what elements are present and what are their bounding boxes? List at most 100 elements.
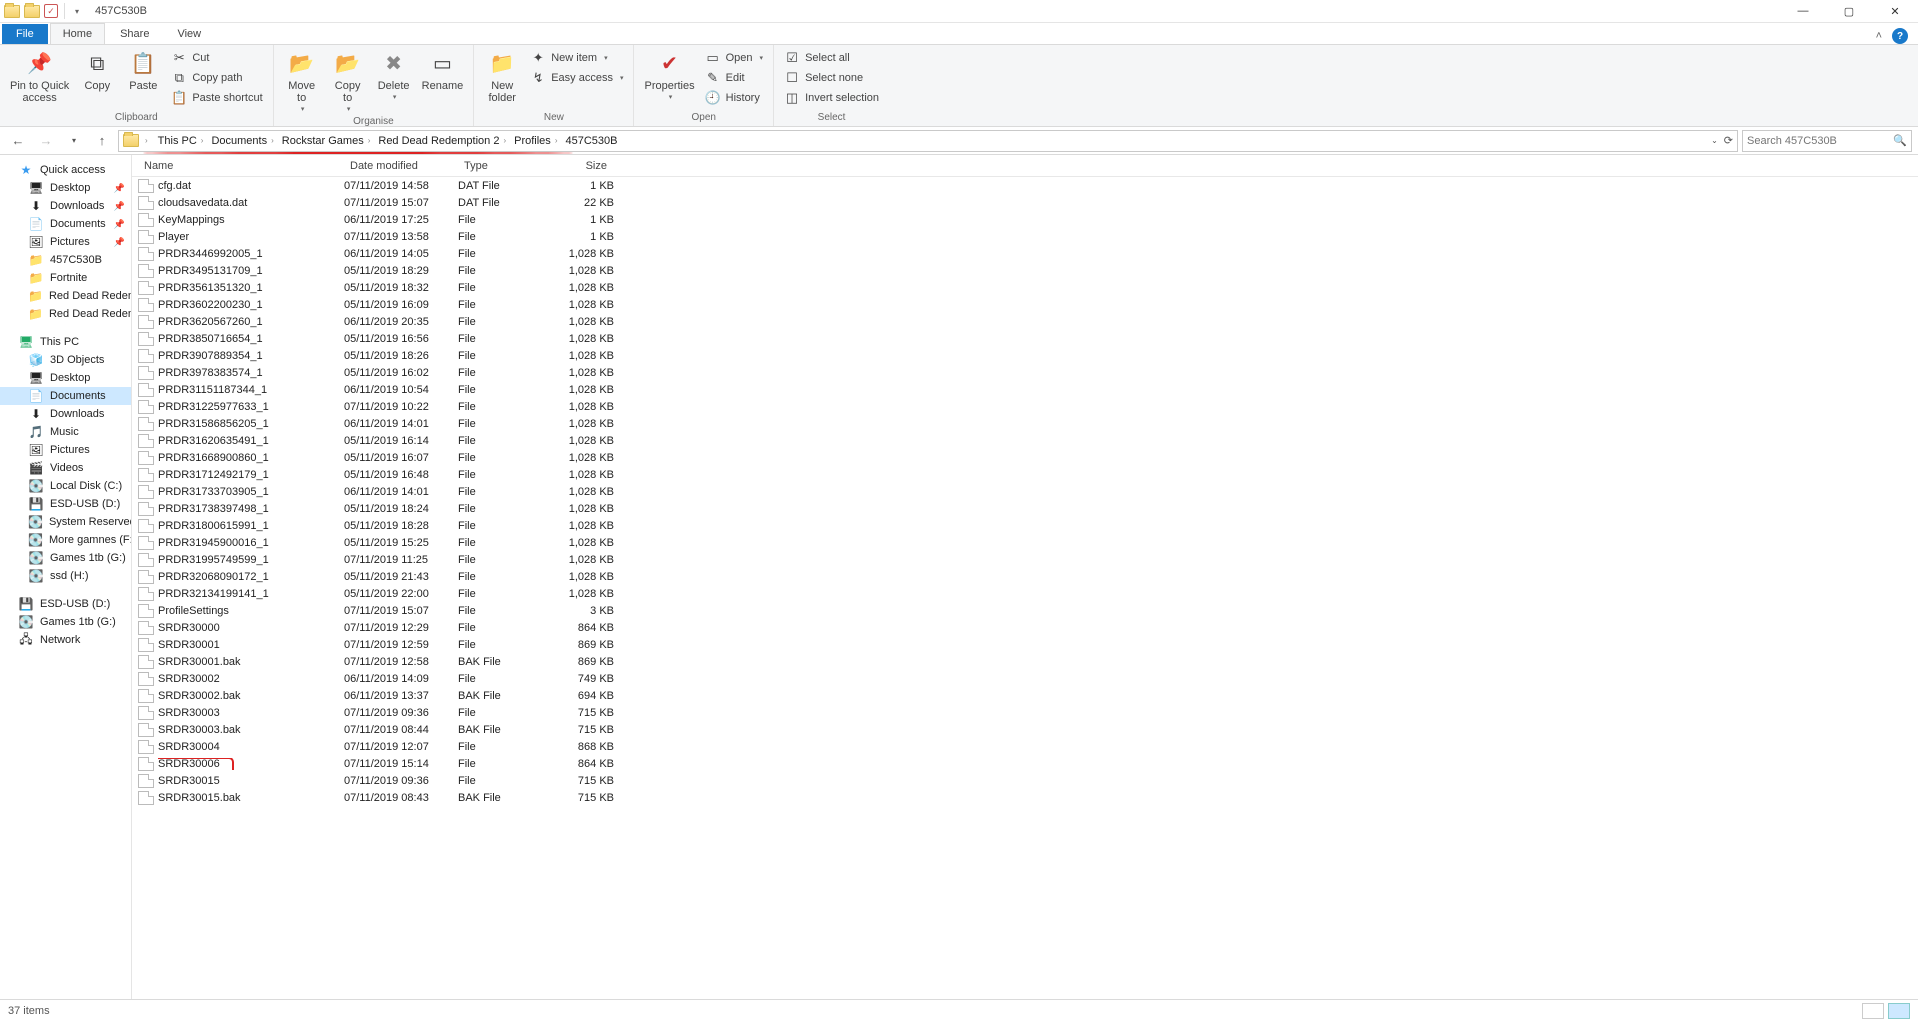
- breadcrumb-segment[interactable]: Documents›: [207, 135, 277, 147]
- new-folder-button[interactable]: 📁New folder: [480, 47, 524, 110]
- tree-item[interactable]: 💽System Reserved (E:: [0, 513, 131, 531]
- file-row[interactable]: PRDR3561351320_105/11/2019 18:32File1,02…: [132, 279, 1918, 296]
- tab-home[interactable]: Home: [50, 23, 105, 44]
- breadcrumb-segment[interactable]: Profiles›: [510, 135, 561, 147]
- file-row[interactable]: SRDR3000107/11/2019 12:59File869 KB: [132, 636, 1918, 653]
- tree-item[interactable]: 💽More gamnes (F:): [0, 531, 131, 549]
- tree-item[interactable]: ⬇Downloads📌: [0, 197, 131, 215]
- file-row[interactable]: PRDR31620635491_105/11/2019 16:14File1,0…: [132, 432, 1918, 449]
- pin-quick-access-button[interactable]: 📌 Pin to Quick access: [6, 47, 73, 110]
- tree-item[interactable]: 📁Fortnite: [0, 269, 131, 287]
- tree-item[interactable]: 💽Games 1tb (G:): [0, 613, 131, 631]
- file-row[interactable]: PRDR31712492179_105/11/2019 16:48File1,0…: [132, 466, 1918, 483]
- copy-button[interactable]: ⧉ Copy: [75, 47, 119, 110]
- tree-item[interactable]: 💽Games 1tb (G:): [0, 549, 131, 567]
- file-row[interactable]: SRDR3001507/11/2019 09:36File715 KB: [132, 772, 1918, 789]
- tree-item[interactable]: 📁457C530B: [0, 251, 131, 269]
- recent-locations-chevron-icon[interactable]: ▾: [62, 129, 86, 153]
- ribbon-collapse-chevron-icon[interactable]: ˄: [1876, 30, 1882, 42]
- column-type[interactable]: Type: [458, 160, 554, 172]
- tree-item[interactable]: 💽ssd (H:): [0, 567, 131, 585]
- search-icon[interactable]: 🔍: [1893, 134, 1907, 147]
- file-row[interactable]: cfg.dat07/11/2019 14:58DAT File1 KB: [132, 177, 1918, 194]
- search-box[interactable]: 🔍: [1742, 130, 1912, 152]
- tree-item[interactable]: 📁Red Dead Redempti: [0, 287, 131, 305]
- cut-button[interactable]: ✂Cut: [167, 49, 266, 67]
- file-rows[interactable]: cfg.dat07/11/2019 14:58DAT File1 KBcloud…: [132, 177, 1918, 806]
- tab-share[interactable]: Share: [107, 23, 162, 44]
- file-row[interactable]: PRDR3907889354_105/11/2019 18:26File1,02…: [132, 347, 1918, 364]
- paste-button[interactable]: 📋 Paste: [121, 47, 165, 110]
- qat-customize-chevron-icon[interactable]: ▾: [71, 7, 83, 16]
- tree-item[interactable]: 📄Documents: [0, 387, 131, 405]
- file-row[interactable]: SRDR30001.bak07/11/2019 12:58BAK File869…: [132, 653, 1918, 670]
- file-row[interactable]: KeyMappings06/11/2019 17:25File1 KB: [132, 211, 1918, 228]
- tree-item[interactable]: 🖧Network: [0, 631, 131, 649]
- file-row[interactable]: PRDR3620567260_106/11/2019 20:35File1,02…: [132, 313, 1918, 330]
- file-row[interactable]: PRDR31800615991_105/11/2019 18:28File1,0…: [132, 517, 1918, 534]
- help-icon[interactable]: ?: [1892, 28, 1908, 44]
- chevron-right-icon[interactable]: ›: [201, 136, 204, 145]
- copy-to-button[interactable]: 📂Copy to▾: [326, 47, 370, 114]
- column-headers[interactable]: Name Date modified Type Size: [132, 155, 1918, 177]
- forward-button[interactable]: →: [34, 129, 58, 153]
- tree-item[interactable]: 🖥Desktop📌: [0, 179, 131, 197]
- file-row[interactable]: PRDR31945900016_105/11/2019 15:25File1,0…: [132, 534, 1918, 551]
- file-row[interactable]: SRDR30003.bak07/11/2019 08:44BAK File715…: [132, 721, 1918, 738]
- tree-item[interactable]: 📁Red Dead Redempti: [0, 305, 131, 323]
- file-row[interactable]: PRDR31668900860_105/11/2019 16:07File1,0…: [132, 449, 1918, 466]
- edit-button[interactable]: ✎Edit: [701, 69, 767, 87]
- tree-item[interactable]: 🖥Desktop: [0, 369, 131, 387]
- select-all-button[interactable]: ☑Select all: [780, 49, 883, 67]
- column-size[interactable]: Size: [554, 160, 614, 172]
- view-details-button[interactable]: [1862, 1003, 1884, 1019]
- move-to-button[interactable]: 📂Move to▾: [280, 47, 324, 114]
- file-row[interactable]: Player07/11/2019 13:58File1 KB: [132, 228, 1918, 245]
- tab-view[interactable]: View: [164, 23, 214, 44]
- tree-this-pc[interactable]: 🖥This PC: [0, 333, 131, 351]
- delete-button[interactable]: ✖Delete▾: [372, 47, 416, 114]
- file-row[interactable]: PRDR3978383574_105/11/2019 16:02File1,02…: [132, 364, 1918, 381]
- invert-selection-button[interactable]: ◫Invert selection: [780, 89, 883, 107]
- column-date-modified[interactable]: Date modified: [344, 160, 458, 172]
- file-row[interactable]: PRDR3850716654_105/11/2019 16:56File1,02…: [132, 330, 1918, 347]
- open-button[interactable]: ▭Open▾: [701, 49, 767, 67]
- close-button[interactable]: ✕: [1872, 0, 1918, 23]
- tree-item[interactable]: 🎬Videos: [0, 459, 131, 477]
- tree-item[interactable]: 🧊3D Objects: [0, 351, 131, 369]
- tree-item[interactable]: ⬇Downloads: [0, 405, 131, 423]
- address-bar[interactable]: › This PC›Documents›Rockstar Games›Red D…: [118, 130, 1738, 152]
- maximize-button[interactable]: ▢: [1826, 0, 1872, 23]
- copy-path-button[interactable]: ⧉Copy path: [167, 69, 266, 87]
- file-row[interactable]: PRDR32134199141_105/11/2019 22:00File1,0…: [132, 585, 1918, 602]
- file-row[interactable]: PRDR31586856205_106/11/2019 14:01File1,0…: [132, 415, 1918, 432]
- chevron-right-icon[interactable]: ›: [145, 136, 148, 145]
- file-row[interactable]: SRDR30002.bak06/11/2019 13:37BAK File694…: [132, 687, 1918, 704]
- search-input[interactable]: [1747, 135, 1893, 147]
- new-item-button[interactable]: ✦New item▾: [526, 49, 627, 67]
- tree-item[interactable]: 🎵Music: [0, 423, 131, 441]
- tree-item[interactable]: 🖼Pictures📌: [0, 233, 131, 251]
- minimize-button[interactable]: —: [1780, 0, 1826, 23]
- chevron-right-icon[interactable]: ›: [368, 136, 371, 145]
- select-none-button[interactable]: ☐Select none: [780, 69, 883, 87]
- paste-shortcut-button[interactable]: 📋Paste shortcut: [167, 89, 266, 107]
- file-row[interactable]: PRDR32068090172_105/11/2019 21:43File1,0…: [132, 568, 1918, 585]
- file-row[interactable]: PRDR31733703905_106/11/2019 14:01File1,0…: [132, 483, 1918, 500]
- up-button[interactable]: ↑: [90, 129, 114, 153]
- file-row[interactable]: PRDR31151187344_106/11/2019 10:54File1,0…: [132, 381, 1918, 398]
- breadcrumb-segment[interactable]: Rockstar Games›: [278, 135, 375, 147]
- file-row[interactable]: PRDR3446992005_106/11/2019 14:05File1,02…: [132, 245, 1918, 262]
- file-row[interactable]: ProfileSettings07/11/2019 15:07File3 KB: [132, 602, 1918, 619]
- file-row[interactable]: SRDR3000307/11/2019 09:36File715 KB: [132, 704, 1918, 721]
- file-row[interactable]: SRDR3000407/11/2019 12:07File868 KB: [132, 738, 1918, 755]
- history-button[interactable]: 🕘History: [701, 89, 767, 107]
- breadcrumb-segment[interactable]: Red Dead Redemption 2›: [374, 135, 510, 147]
- navigation-tree[interactable]: ★Quick access 🖥Desktop📌⬇Downloads📌📄Docum…: [0, 155, 132, 999]
- qat-properties-icon[interactable]: ✓: [44, 4, 58, 18]
- file-row[interactable]: cloudsavedata.dat07/11/2019 15:07DAT Fil…: [132, 194, 1918, 211]
- view-large-icons-button[interactable]: [1888, 1003, 1910, 1019]
- chevron-right-icon[interactable]: ›: [271, 136, 274, 145]
- chevron-right-icon[interactable]: ›: [503, 136, 506, 145]
- tree-item[interactable]: 🖼Pictures: [0, 441, 131, 459]
